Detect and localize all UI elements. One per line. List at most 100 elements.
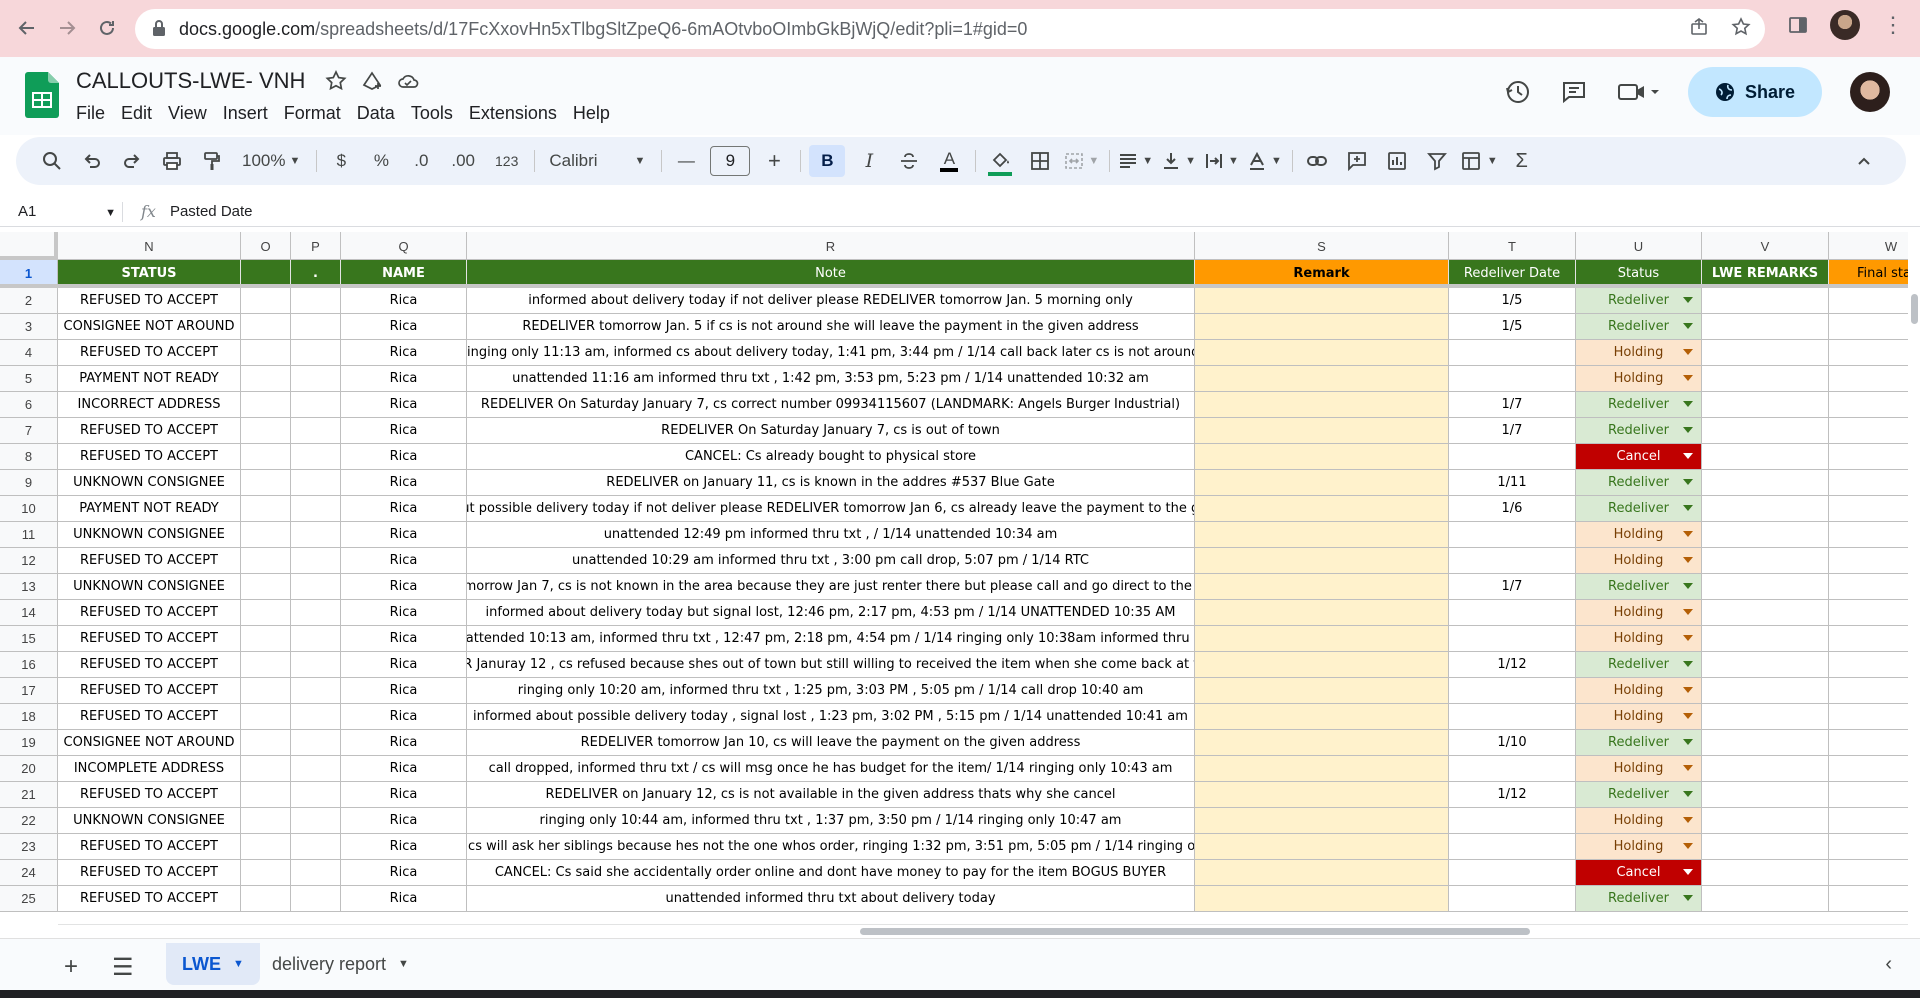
dropdown-arrow-icon[interactable]: [1683, 635, 1693, 641]
cell-redeliver-date[interactable]: 1/6: [1449, 496, 1576, 521]
cell-final-status[interactable]: [1829, 626, 1908, 651]
cell-p[interactable]: [291, 548, 341, 573]
cell-redeliver-date[interactable]: [1449, 756, 1576, 781]
cell-note[interactable]: REDELIVER on January 11, cs is known in …: [467, 470, 1195, 495]
cell-note[interactable]: later cs will ask her siblings because h…: [467, 834, 1195, 859]
cell-remark[interactable]: [1195, 418, 1449, 443]
cell-note[interactable]: unattended 12:49 pm informed thru txt , …: [467, 522, 1195, 547]
menu-file[interactable]: File: [68, 99, 113, 128]
cell-p[interactable]: [291, 626, 341, 651]
cell-remark[interactable]: [1195, 548, 1449, 573]
cell-lwe-remarks[interactable]: [1702, 444, 1829, 469]
cell-status[interactable]: REFUSED TO ACCEPT: [58, 886, 241, 911]
format-percent-button[interactable]: %: [365, 145, 397, 177]
dropdown-arrow-icon[interactable]: [1683, 713, 1693, 719]
row-header[interactable]: 12: [0, 548, 58, 573]
cell-lwe-remarks[interactable]: [1702, 470, 1829, 495]
cell-lwe-remarks[interactable]: [1702, 626, 1829, 651]
cell-name[interactable]: Rica: [341, 574, 467, 599]
cell-remark[interactable]: [1195, 886, 1449, 911]
name-box[interactable]: A1 ▼: [0, 197, 122, 227]
add-sheet-icon[interactable]: +: [64, 953, 78, 981]
italic-button[interactable]: I: [853, 145, 885, 177]
cell-remark[interactable]: [1195, 314, 1449, 339]
text-color-button[interactable]: A: [933, 145, 965, 177]
row-header[interactable]: 2: [0, 288, 58, 313]
cell-lwe-remarks[interactable]: [1702, 548, 1829, 573]
status-chip[interactable]: Holding: [1576, 808, 1701, 833]
dropdown-arrow-icon[interactable]: [1683, 583, 1693, 589]
cell-p[interactable]: [291, 366, 341, 391]
status-chip[interactable]: Holding: [1576, 600, 1701, 625]
dropdown-arrow-icon[interactable]: [1683, 791, 1693, 797]
column-header-n[interactable]: N: [58, 232, 241, 260]
side-panel-icon[interactable]: [1788, 15, 1808, 35]
cell-p[interactable]: [291, 678, 341, 703]
cell-o[interactable]: [241, 522, 291, 547]
cell-status-dropdown[interactable]: Redeliver: [1576, 418, 1702, 443]
cell-remark[interactable]: [1195, 288, 1449, 313]
cell-final-status[interactable]: [1829, 288, 1908, 313]
bold-button[interactable]: B: [809, 145, 846, 177]
cell-remark[interactable]: [1195, 730, 1449, 755]
cell-status-dropdown[interactable]: Redeliver: [1576, 782, 1702, 807]
cell-status-dropdown[interactable]: Redeliver: [1576, 314, 1702, 339]
filter-views-icon[interactable]: ▼: [1461, 145, 1498, 177]
dropdown-arrow-icon[interactable]: [1683, 609, 1693, 615]
cell-status[interactable]: REFUSED TO ACCEPT: [58, 678, 241, 703]
row-header[interactable]: 5: [0, 366, 58, 391]
header-cell-redeliver-date[interactable]: Redeliver Date: [1449, 260, 1576, 287]
cell-final-status[interactable]: [1829, 756, 1908, 781]
cell-remark[interactable]: [1195, 756, 1449, 781]
cell-redeliver-date[interactable]: 1/12: [1449, 652, 1576, 677]
format-currency-button[interactable]: $: [325, 145, 357, 177]
cell-note[interactable]: unattended informed thru txt about deliv…: [467, 886, 1195, 911]
cell-status[interactable]: REFUSED TO ACCEPT: [58, 626, 241, 651]
comments-icon[interactable]: [1560, 78, 1588, 106]
cell-status[interactable]: CONSIGNEE NOT AROUND: [58, 730, 241, 755]
cell-status[interactable]: REFUSED TO ACCEPT: [58, 340, 241, 365]
column-header-s[interactable]: S: [1195, 232, 1449, 260]
column-header-w[interactable]: W: [1829, 232, 1908, 260]
row-header[interactable]: 8: [0, 444, 58, 469]
status-chip[interactable]: Redeliver: [1576, 886, 1701, 911]
cell-status-dropdown[interactable]: Holding: [1576, 600, 1702, 625]
cell-o[interactable]: [241, 496, 291, 521]
row-header[interactable]: 22: [0, 808, 58, 833]
share-button[interactable]: Share: [1688, 67, 1822, 117]
cell-remark[interactable]: [1195, 522, 1449, 547]
cell-name[interactable]: Rica: [341, 522, 467, 547]
column-header-r[interactable]: R: [467, 232, 1195, 260]
cell-name[interactable]: Rica: [341, 626, 467, 651]
cell-note[interactable]: ringing only 10:20 am, informed thru txt…: [467, 678, 1195, 703]
column-header-t[interactable]: T: [1449, 232, 1576, 260]
row-header[interactable]: 18: [0, 704, 58, 729]
cell-p[interactable]: [291, 834, 341, 859]
cell-lwe-remarks[interactable]: [1702, 834, 1829, 859]
dropdown-arrow-icon[interactable]: [1683, 765, 1693, 771]
cell-final-status[interactable]: [1829, 886, 1908, 911]
dropdown-arrow-icon[interactable]: [1683, 401, 1693, 407]
cell-lwe-remarks[interactable]: [1702, 600, 1829, 625]
horizontal-scrollbar[interactable]: [58, 924, 1908, 936]
cell-p[interactable]: [291, 730, 341, 755]
cell-o[interactable]: [241, 548, 291, 573]
cell-remark[interactable]: [1195, 626, 1449, 651]
cell-note[interactable]: about possible delivery today if not del…: [467, 496, 1195, 521]
cell-o[interactable]: [241, 444, 291, 469]
row-header[interactable]: 21: [0, 782, 58, 807]
cell-p[interactable]: [291, 652, 341, 677]
cell-lwe-remarks[interactable]: [1702, 392, 1829, 417]
cell-redeliver-date[interactable]: 1/10: [1449, 730, 1576, 755]
cell-name[interactable]: Rica: [341, 652, 467, 677]
dropdown-arrow-icon[interactable]: [1683, 817, 1693, 823]
status-chip[interactable]: Redeliver: [1576, 782, 1701, 807]
borders-icon[interactable]: [1024, 145, 1056, 177]
cell-name[interactable]: Rica: [341, 340, 467, 365]
cell-lwe-remarks[interactable]: [1702, 730, 1829, 755]
version-history-icon[interactable]: [1504, 78, 1532, 106]
cell-note[interactable]: CANCEL: Cs already bought to physical st…: [467, 444, 1195, 469]
dropdown-arrow-icon[interactable]: [1683, 739, 1693, 745]
menu-tools[interactable]: Tools: [403, 99, 461, 128]
header-cell-note[interactable]: Note: [467, 260, 1195, 287]
